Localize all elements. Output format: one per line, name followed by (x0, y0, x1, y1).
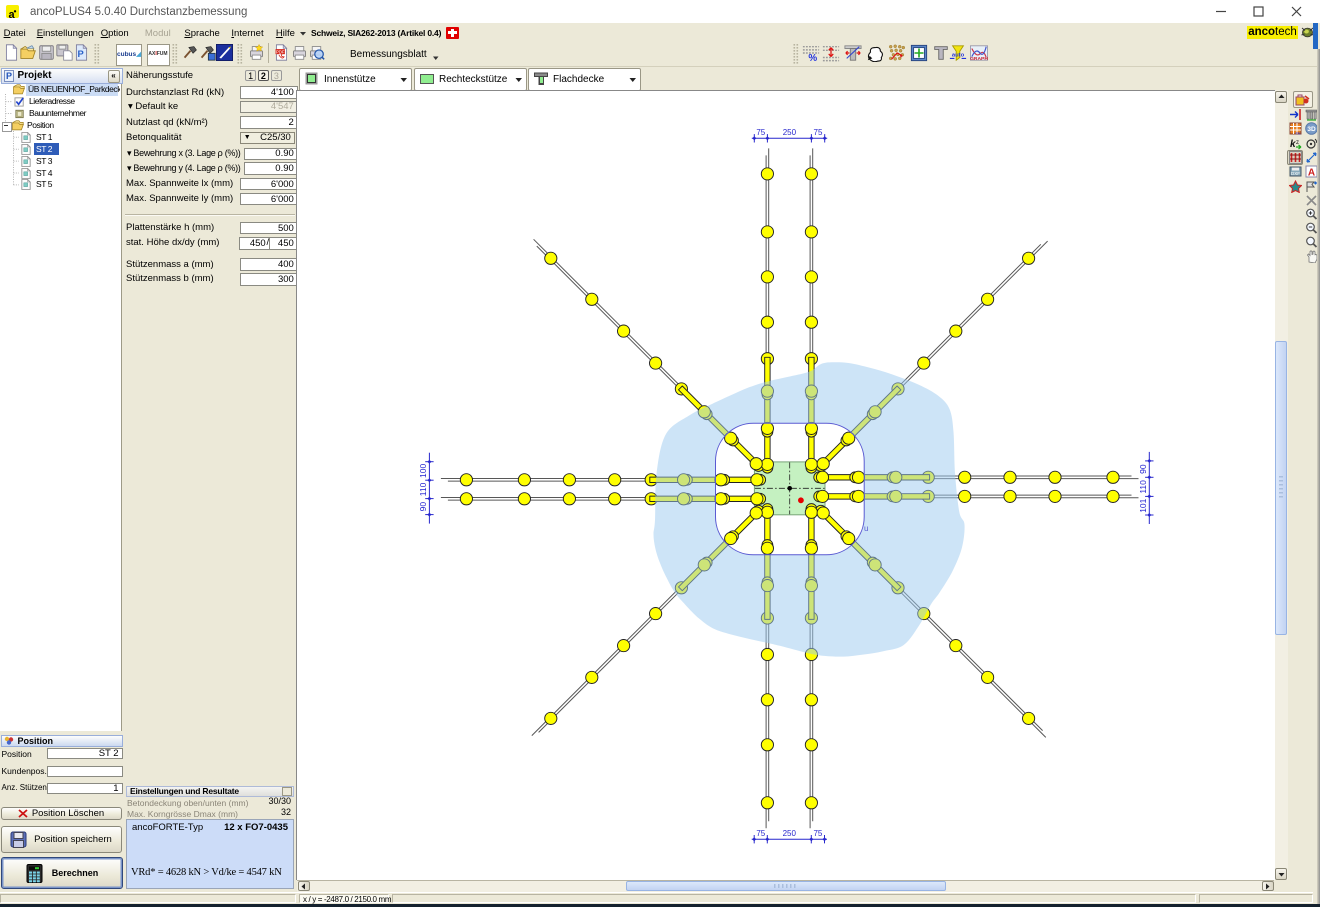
svg-text:100: 100 (418, 464, 428, 478)
svg-text:DXF: DXF (1291, 171, 1300, 176)
svg-text:auto: auto (952, 53, 965, 59)
svg-text:75: 75 (814, 128, 823, 137)
svg-text:75: 75 (813, 829, 822, 838)
svg-text:250: 250 (783, 829, 797, 838)
svg-text:A: A (1307, 168, 1314, 179)
svg-text:90: 90 (1138, 464, 1148, 474)
svg-text:3D: 3D (1307, 126, 1316, 133)
svg-text:z: z (1296, 140, 1299, 146)
svg-text:110: 110 (1138, 480, 1148, 494)
svg-text:250: 250 (783, 128, 797, 137)
svg-text:P: P (5, 71, 11, 81)
svg-text:75: 75 (756, 829, 765, 838)
svg-text:%: % (808, 53, 817, 62)
svg-text:90: 90 (418, 502, 428, 512)
svg-text:75: 75 (756, 128, 765, 137)
svg-text:u: u (864, 524, 868, 533)
svg-text:110: 110 (418, 482, 428, 496)
svg-text:101: 101 (1138, 498, 1148, 512)
svg-text:FE: FE (1295, 131, 1300, 136)
svg-text:P: P (78, 49, 84, 59)
svg-text:PDF: PDF (275, 49, 284, 54)
svg-text:GRAPH: GRAPH (970, 56, 988, 62)
